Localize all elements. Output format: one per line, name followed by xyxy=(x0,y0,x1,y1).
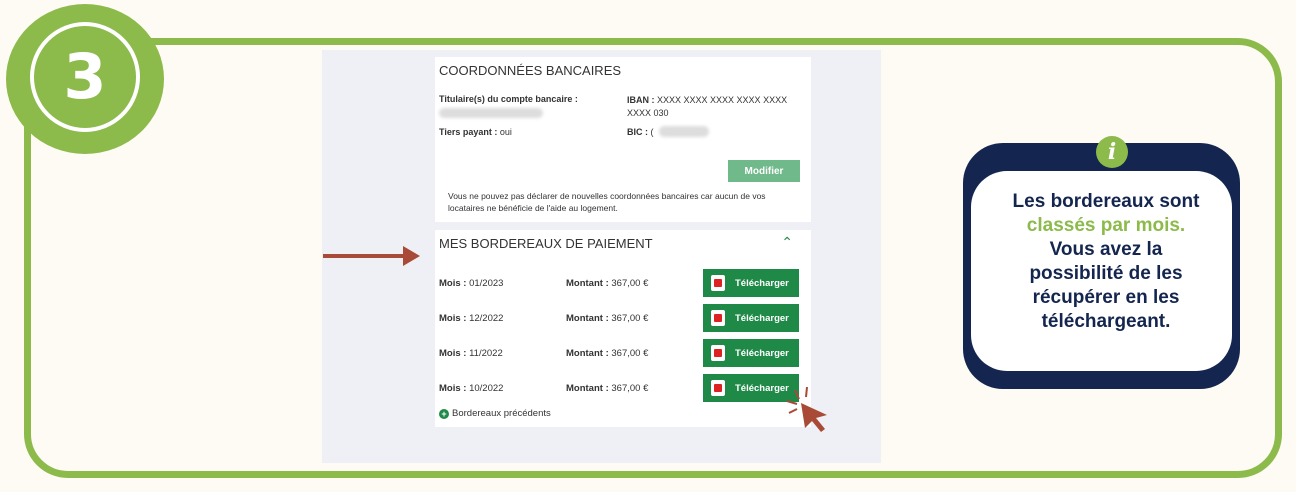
chevron-up-icon[interactable]: ⌃ xyxy=(781,234,793,251)
download-button[interactable]: Télécharger xyxy=(703,269,799,297)
row-montant: Montant : 367,00 € xyxy=(566,278,648,289)
download-button[interactable]: Télécharger xyxy=(703,339,799,367)
bordereau-row: Mois : 12/2022 Montant : 367,00 € Téléch… xyxy=(435,304,811,332)
bic-value: ( xyxy=(650,127,654,137)
bordereau-row: Mois : 01/2023 Montant : 367,00 € Téléch… xyxy=(435,269,811,297)
plus-circle-icon: + xyxy=(439,408,449,419)
row-montant: Montant : 367,00 € xyxy=(566,348,648,359)
bic-redacted xyxy=(659,126,709,137)
montant-label: Montant : xyxy=(566,383,609,394)
coordonnees-title: COORDONNÉES BANCAIRES xyxy=(439,63,622,78)
montant-value: 367,00 € xyxy=(611,348,649,359)
info-line-1: Les bordereaux sont xyxy=(1012,191,1200,212)
pdf-icon xyxy=(711,310,725,326)
download-label: Télécharger xyxy=(735,347,789,359)
titulaire-field: Titulaire(s) du compte bancaire : xyxy=(439,94,578,104)
pdf-icon xyxy=(711,345,725,361)
pdf-icon xyxy=(711,380,725,396)
row-mois: Mois : 12/2022 xyxy=(439,313,503,324)
bordereaux-panel: MES BORDEREAUX DE PAIEMENT ⌃ Mois : 01/2… xyxy=(435,230,811,427)
info-line-2: classés par mois. xyxy=(1026,215,1186,236)
download-label: Télécharger xyxy=(735,277,789,289)
titulaire-redacted xyxy=(439,108,543,118)
coordonnees-panel: COORDONNÉES BANCAIRES Titulaire(s) du co… xyxy=(435,57,811,222)
row-mois: Mois : 01/2023 xyxy=(439,278,503,289)
pointer-arrow-icon xyxy=(323,246,420,266)
download-button[interactable]: Télécharger xyxy=(703,304,799,332)
montant-value: 367,00 € xyxy=(611,278,649,289)
info-line-5: récupérer en les xyxy=(1032,287,1180,308)
bordereau-row: Mois : 11/2022 Montant : 367,00 € Téléch… xyxy=(435,339,811,367)
cursor-click-icon xyxy=(786,387,827,432)
titulaire-label: Titulaire(s) du compte bancaire : xyxy=(439,94,578,104)
info-icon: i xyxy=(1096,136,1128,168)
row-mois: Mois : 10/2022 xyxy=(439,383,503,394)
step-badge: 3 xyxy=(6,4,164,154)
montant-label: Montant : xyxy=(566,348,609,359)
step-ring: 3 xyxy=(30,22,140,132)
montant-label: Montant : xyxy=(566,278,609,289)
info-line-6: téléchargeant. xyxy=(1041,311,1171,332)
tiers-label: Tiers payant : xyxy=(439,127,498,137)
mois-label: Mois : xyxy=(439,313,467,324)
download-label: Télécharger xyxy=(735,312,789,324)
montant-value: 367,00 € xyxy=(611,313,649,324)
row-mois: Mois : 11/2022 xyxy=(439,348,503,359)
coordonnees-note: Vous ne pouvez pas déclarer de nouvelles… xyxy=(448,191,766,213)
info-line-4: possibilité de les xyxy=(1029,263,1183,284)
mois-value: 11/2022 xyxy=(469,348,503,359)
tiers-field: Tiers payant : oui xyxy=(439,127,512,137)
mois-label: Mois : xyxy=(439,348,467,359)
step-number: 3 xyxy=(63,40,107,113)
bic-label: BIC : xyxy=(627,127,648,137)
bic-field: BIC : ( xyxy=(627,127,654,137)
montant-value: 367,00 € xyxy=(611,383,649,394)
tiers-value: oui xyxy=(499,127,512,137)
mois-value: 12/2022 xyxy=(469,313,504,324)
previous-label: Bordereaux précédents xyxy=(452,408,551,419)
row-montant: Montant : 367,00 € xyxy=(566,383,648,394)
info-line-3: Vous avez la xyxy=(1049,239,1163,260)
download-label: Télécharger xyxy=(735,382,789,394)
mois-label: Mois : xyxy=(439,383,467,394)
bordereaux-title: MES BORDEREAUX DE PAIEMENT xyxy=(439,236,653,251)
previous-bordereaux-link[interactable]: + Bordereaux précédents xyxy=(439,408,551,419)
mois-label: Mois : xyxy=(439,278,467,289)
bordereau-row: Mois : 10/2022 Montant : 367,00 € Téléch… xyxy=(435,374,811,402)
mois-value: 01/2023 xyxy=(469,278,504,289)
iban-field: IBAN : XXXX XXXX XXXX XXXX XXXX XXXX 030 xyxy=(627,94,807,120)
montant-label: Montant : xyxy=(566,313,609,324)
modifier-button[interactable]: Modifier xyxy=(728,160,800,182)
mois-value: 10/2022 xyxy=(469,383,504,394)
info-text: Les bordereaux sont classés par mois. Vo… xyxy=(966,190,1246,334)
row-montant: Montant : 367,00 € xyxy=(566,313,648,324)
pdf-icon xyxy=(711,275,725,291)
iban-label: IBAN : xyxy=(627,95,655,105)
